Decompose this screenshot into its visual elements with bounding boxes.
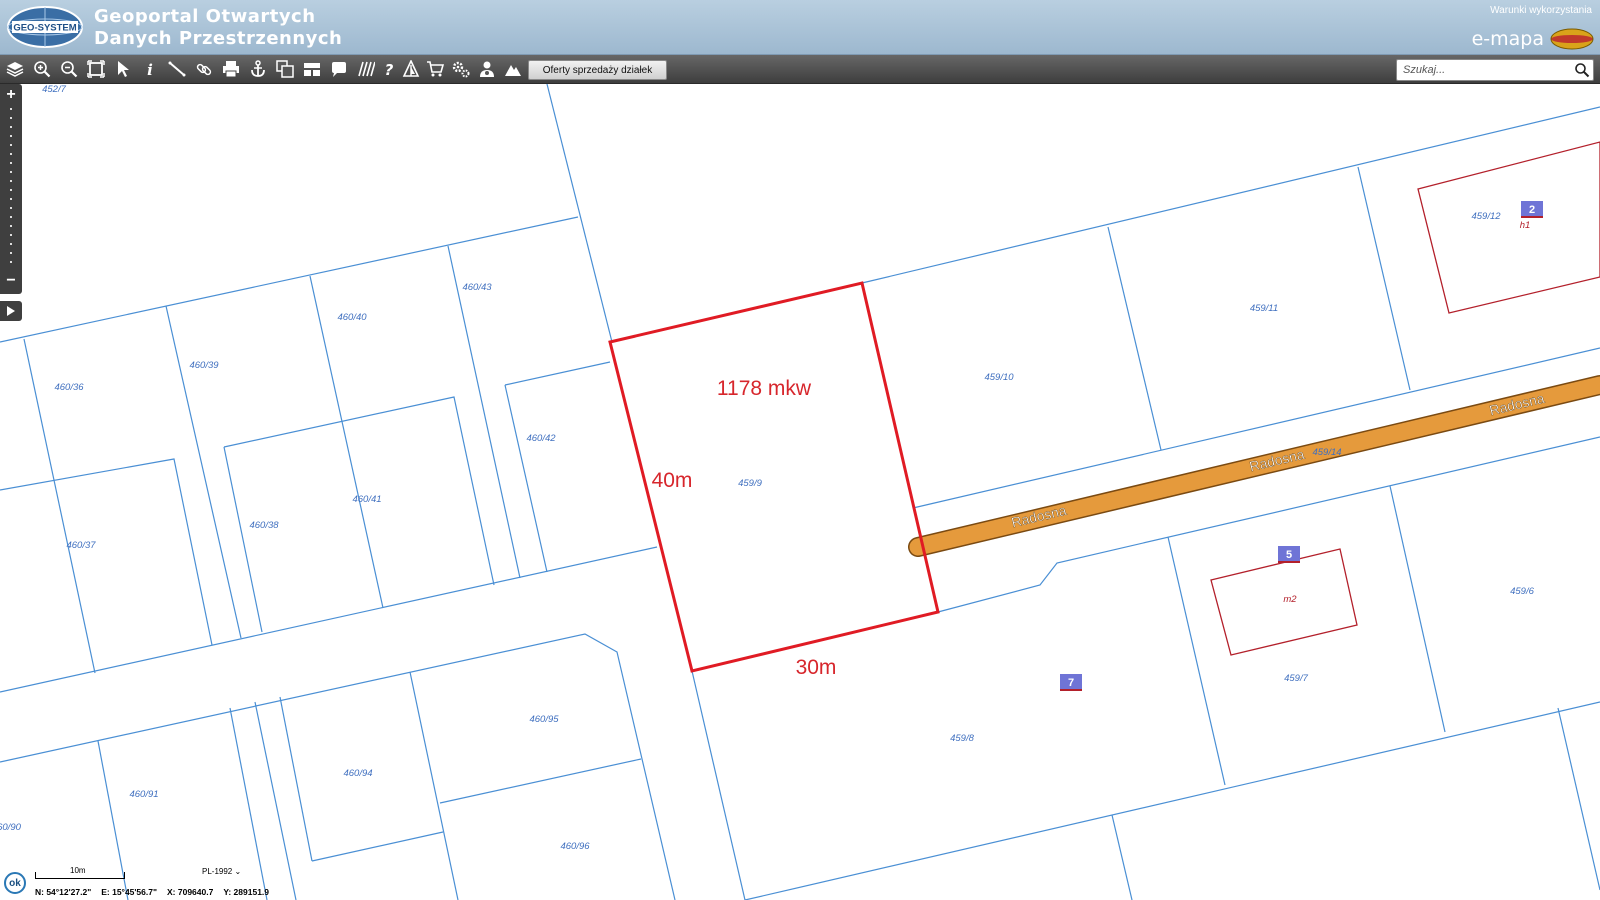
settings-icon[interactable] bbox=[450, 58, 472, 80]
building-h1[interactable] bbox=[1417, 141, 1600, 314]
zoom-control: + − bbox=[0, 84, 22, 294]
zoom-in-icon[interactable] bbox=[31, 58, 53, 80]
parcel-label: 459/8 bbox=[950, 733, 974, 744]
ok-button[interactable]: ok bbox=[4, 872, 26, 894]
emapa-brand: e-mapa bbox=[1471, 28, 1544, 50]
search-box bbox=[1396, 59, 1594, 81]
coord-y: Y: 289151.9 bbox=[223, 887, 270, 897]
parcel-label: 460/37 bbox=[66, 540, 96, 551]
status-bar: ok 10m PL-1992 ⌄ N: 54°12'27.2" E: 15°45'… bbox=[0, 866, 300, 900]
parcel-label: 460/36 bbox=[54, 382, 84, 393]
zoom-extent-icon[interactable] bbox=[85, 58, 107, 80]
search-icon[interactable] bbox=[1574, 62, 1590, 78]
parcel-label: 460/38 bbox=[249, 520, 279, 531]
parcel-label: 460/39 bbox=[189, 360, 219, 371]
copy-icon[interactable] bbox=[274, 58, 296, 80]
badge-2-label: 2 bbox=[1529, 204, 1535, 216]
terrain-icon[interactable] bbox=[502, 58, 524, 80]
zoom-in-button[interactable]: + bbox=[3, 87, 19, 103]
building-label-h1: h1 bbox=[1520, 220, 1531, 231]
parcel-label: 459/11 bbox=[1250, 303, 1278, 314]
cart-icon[interactable] bbox=[424, 58, 446, 80]
search-input[interactable] bbox=[1397, 60, 1577, 80]
parcel-label: 460/96 bbox=[560, 841, 590, 852]
parcel-boundaries bbox=[0, 84, 1600, 900]
site-title-line2: Danych Przestrzennych bbox=[94, 28, 343, 49]
emapa-logo-icon bbox=[1550, 28, 1594, 50]
badge-2[interactable]: 2 bbox=[1521, 201, 1543, 218]
info-icon[interactable]: i bbox=[139, 58, 161, 80]
badge-7[interactable]: 7 bbox=[1060, 674, 1082, 691]
side-length-bottom: 30m bbox=[796, 656, 837, 679]
print-icon[interactable] bbox=[220, 58, 242, 80]
svg-text:?: ? bbox=[385, 61, 394, 78]
sign-icon[interactable] bbox=[400, 58, 422, 80]
layout-icon[interactable] bbox=[301, 58, 323, 80]
header: GEO-SYSTEM Geoportal Otwartych Danych Pr… bbox=[0, 0, 1600, 55]
offers-sale-parcels-button[interactable]: Oferty sprzedaży działek bbox=[528, 60, 667, 80]
svg-text:i: i bbox=[147, 61, 153, 78]
parcel-label: 60/90 bbox=[0, 822, 22, 833]
parcel-label: 460/42 bbox=[526, 433, 556, 444]
measure-icon[interactable] bbox=[166, 58, 188, 80]
parcel-labels: 452/7 460/40 460/43 460/39 460/36 460/42… bbox=[0, 84, 1535, 852]
badge-5[interactable]: 5 bbox=[1278, 546, 1300, 563]
area-annotation: 1178 mkw bbox=[717, 377, 812, 400]
comment-icon[interactable] bbox=[328, 58, 350, 80]
parcel-label: 460/91 bbox=[129, 789, 158, 800]
projection-select[interactable]: PL-1992 ⌄ bbox=[202, 867, 241, 876]
parcel-label: 459/7 bbox=[1284, 673, 1308, 684]
chevron-down-icon: ⌄ bbox=[234, 867, 242, 876]
longitude: E: 15°45'56.7" bbox=[101, 887, 157, 897]
panel-toggle-button[interactable] bbox=[0, 301, 22, 321]
parcel-label: 460/40 bbox=[337, 312, 367, 323]
play-arrow-icon bbox=[7, 306, 15, 316]
layers-icon[interactable] bbox=[4, 58, 26, 80]
hatch-icon[interactable] bbox=[355, 58, 377, 80]
zoom-out-button[interactable]: − bbox=[3, 273, 19, 290]
link-icon[interactable] bbox=[193, 58, 215, 80]
badge-5-label: 5 bbox=[1286, 549, 1292, 561]
zoom-slider[interactable] bbox=[10, 108, 12, 268]
parcel-label: 459/14 bbox=[1312, 447, 1341, 458]
building-label-m2: m2 bbox=[1283, 594, 1297, 605]
coordinates-readout: N: 54°12'27.2" E: 15°45'56.7" X: 709640.7 Y… bbox=[35, 887, 279, 897]
projection-value: PL-1992 bbox=[202, 867, 233, 876]
scale-label: 10m bbox=[70, 866, 86, 875]
map-svg[interactable]: Radosna Radosna Radosna h1 m2 2 5 7 452/… bbox=[0, 84, 1600, 900]
map-canvas[interactable]: Radosna Radosna Radosna h1 m2 2 5 7 452/… bbox=[0, 84, 1600, 900]
toolbar: i ? Oferty sprzedaży działek bbox=[0, 55, 1600, 84]
parcel-label: 460/94 bbox=[343, 768, 372, 779]
anchor-icon[interactable] bbox=[247, 58, 269, 80]
latitude: N: 54°12'27.2" bbox=[35, 887, 92, 897]
geo-system-logo[interactable]: GEO-SYSTEM bbox=[6, 5, 84, 49]
coord-x: X: 709640.7 bbox=[167, 887, 214, 897]
parcel-label: 459/10 bbox=[984, 372, 1014, 383]
parcel-label: 460/41 bbox=[352, 494, 381, 505]
logo-text: GEO-SYSTEM bbox=[13, 23, 76, 34]
parcel-label: 459/6 bbox=[1510, 586, 1534, 597]
badge-7-label: 7 bbox=[1068, 677, 1074, 689]
parcel-label: 459/12 bbox=[1471, 211, 1501, 222]
users-icon[interactable] bbox=[476, 58, 498, 80]
terms-of-use-link[interactable]: Warunki wykorzystania bbox=[1490, 5, 1592, 16]
side-length-left: 40m bbox=[652, 469, 693, 492]
parcel-label: 460/95 bbox=[529, 714, 559, 725]
road-radosna: Radosna Radosna Radosna bbox=[908, 375, 1600, 557]
site-title-line1: Geoportal Otwartych bbox=[94, 6, 316, 27]
zoom-out-icon[interactable] bbox=[58, 58, 80, 80]
parcel-label: 460/43 bbox=[462, 282, 492, 293]
parcel-label: 459/9 bbox=[738, 478, 762, 489]
help-icon[interactable]: ? bbox=[378, 58, 400, 80]
select-arrow-icon[interactable] bbox=[112, 58, 134, 80]
parcel-label: 452/7 bbox=[42, 84, 66, 95]
